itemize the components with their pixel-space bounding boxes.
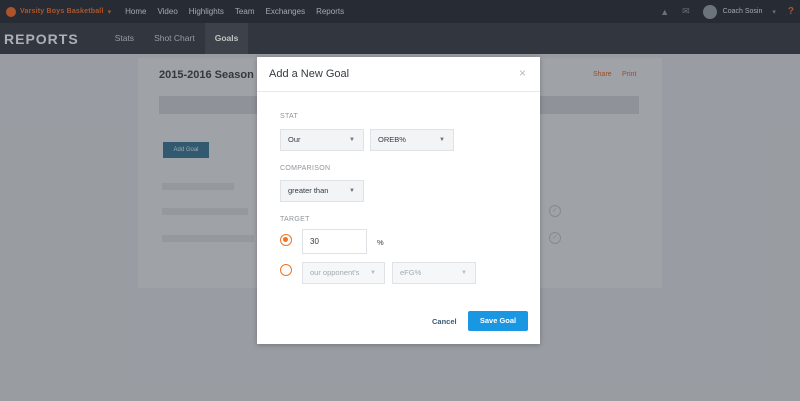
target-label: TARGET <box>280 216 310 223</box>
close-icon[interactable]: × <box>519 66 526 80</box>
chevron-down-icon: ▼ <box>349 188 355 194</box>
chevron-down-icon: ▼ <box>349 137 355 143</box>
comparison-select[interactable]: greater than ▼ <box>280 180 364 202</box>
opponent-stat-select[interactable]: eFG% ▼ <box>392 262 476 284</box>
comparison-label: COMPARISON <box>280 165 331 172</box>
stat-name-select[interactable]: OREB% ▼ <box>370 129 454 151</box>
target-value-input[interactable] <box>302 229 367 254</box>
add-goal-modal: Add a New Goal × STAT Our ▼ OREB% ▼ COMP… <box>257 57 540 344</box>
target-unit: % <box>377 238 384 247</box>
stat-name-value: OREB% <box>378 135 406 144</box>
modal-title: Add a New Goal <box>269 68 350 80</box>
opponent-select[interactable]: our opponent's ▼ <box>302 262 385 284</box>
stat-owner-value: Our <box>288 135 301 144</box>
cancel-button[interactable]: Cancel <box>432 317 457 326</box>
chevron-down-icon: ▼ <box>370 270 376 276</box>
chevron-down-icon: ▼ <box>439 137 445 143</box>
save-goal-button[interactable]: Save Goal <box>468 311 528 331</box>
opponent-stat-value: eFG% <box>400 268 422 277</box>
chevron-down-icon: ▼ <box>461 270 467 276</box>
target-opponent-radio[interactable] <box>280 264 292 276</box>
comparison-value: greater than <box>288 186 329 195</box>
opponent-select-value: our opponent's <box>310 268 360 277</box>
target-value-radio[interactable] <box>280 234 292 246</box>
stat-owner-select[interactable]: Our ▼ <box>280 129 364 151</box>
stat-label: STAT <box>280 113 299 120</box>
modal-header: Add a New Goal × <box>257 57 540 92</box>
